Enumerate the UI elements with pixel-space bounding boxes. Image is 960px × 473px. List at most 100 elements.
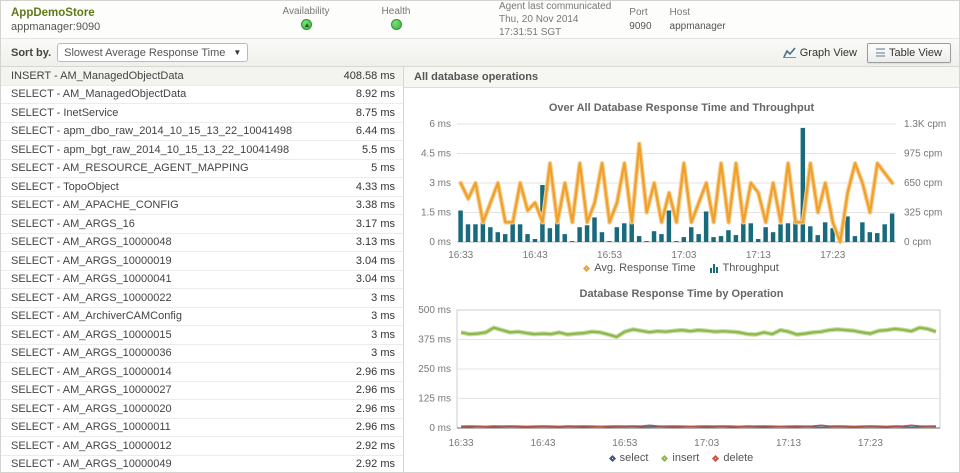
svg-text:0 ms: 0 ms bbox=[429, 423, 451, 434]
svg-text:500 ms: 500 ms bbox=[418, 305, 451, 316]
operation-response-time: 2.92 ms bbox=[356, 440, 395, 452]
svg-text:17:13: 17:13 bbox=[746, 250, 771, 261]
chart2-legend: select insert delete bbox=[404, 452, 959, 464]
list-item[interactable]: SELECT - AM_ARGS_100000413.04 ms bbox=[1, 271, 403, 290]
operation-response-time: 3 ms bbox=[371, 347, 395, 359]
svg-text:125 ms: 125 ms bbox=[418, 394, 451, 405]
svg-text:17:13: 17:13 bbox=[776, 438, 801, 449]
list-item[interactable]: SELECT - AM_ARGS_163.17 ms bbox=[1, 215, 403, 234]
list-item[interactable]: SELECT - TopoObject4.33 ms bbox=[1, 178, 403, 197]
list-item[interactable]: INSERT - AM_ManagedObjectData408.58 ms bbox=[1, 67, 403, 86]
operation-name: SELECT - AM_ARGS_10000012 bbox=[11, 440, 356, 452]
monitor-header: AppDemoStore appmanager:9090 Availabilit… bbox=[1, 1, 959, 39]
agent-label: Agent last communicated bbox=[499, 0, 611, 13]
monitor-identity: AppDemoStore appmanager:9090 bbox=[11, 7, 261, 33]
svg-text:650 cpm: 650 cpm bbox=[904, 178, 942, 189]
availability-status: Availability bbox=[261, 6, 351, 33]
svg-text:17:03: 17:03 bbox=[671, 250, 696, 261]
panel-title: All database operations bbox=[404, 67, 959, 88]
svg-text:1.3K cpm: 1.3K cpm bbox=[904, 119, 946, 130]
availability-status-icon[interactable] bbox=[301, 19, 312, 30]
list-item[interactable]: SELECT - AM_ARGS_100000202.96 ms bbox=[1, 400, 403, 419]
list-item[interactable]: SELECT - AM_ARGS_100000492.92 ms bbox=[1, 456, 403, 473]
operation-response-time: 3 ms bbox=[371, 310, 395, 322]
bar-series-icon bbox=[710, 263, 718, 273]
list-item[interactable]: SELECT - apm_dbo_raw_2014_10_15_13_22_10… bbox=[1, 123, 403, 142]
operation-name: SELECT - AM_ARGS_10000015 bbox=[11, 329, 371, 341]
chart-overall-response-throughput: 0 ms0 cpm1.5 ms325 cpm3 ms650 cpm4.5 ms9… bbox=[409, 116, 954, 264]
chart1-title: Over All Database Response Time and Thro… bbox=[404, 102, 959, 114]
list-item[interactable]: SELECT - AM_ARGS_100000153 ms bbox=[1, 326, 403, 345]
app-name[interactable]: AppDemoStore bbox=[11, 7, 261, 19]
svg-text:0 cpm: 0 cpm bbox=[904, 237, 931, 248]
svg-text:375 ms: 375 ms bbox=[418, 335, 451, 346]
list-item[interactable]: SELECT - AM_APACHE_CONFIG3.38 ms bbox=[1, 197, 403, 216]
details-panel: All database operations Over All Databas… bbox=[404, 67, 959, 473]
port-label: Port bbox=[629, 6, 651, 20]
list-item[interactable]: SELECT - AM_ARGS_100000223 ms bbox=[1, 289, 403, 308]
svg-text:16:53: 16:53 bbox=[612, 438, 637, 449]
chart1-legend: Avg. Response TimeThroughput bbox=[404, 262, 959, 274]
list-item[interactable]: SELECT - AM_ARGS_100000193.04 ms bbox=[1, 252, 403, 271]
graph-view-button[interactable]: Graph View bbox=[783, 47, 857, 59]
operation-name: SELECT - AM_ARGS_10000036 bbox=[11, 347, 371, 359]
list-item[interactable]: SELECT - InetService8.75 ms bbox=[1, 104, 403, 123]
operation-name: SELECT - apm_bgt_raw_2014_10_15_13_22_10… bbox=[11, 144, 362, 156]
svg-text:16:53: 16:53 bbox=[597, 250, 622, 261]
operation-response-time: 5.5 ms bbox=[362, 144, 395, 156]
monitor-instance: appmanager:9090 bbox=[11, 21, 261, 33]
svg-text:3 ms: 3 ms bbox=[429, 178, 451, 189]
operation-name: SELECT - apm_dbo_raw_2014_10_15_13_22_10… bbox=[11, 125, 356, 137]
diamond-series-icon bbox=[583, 264, 590, 271]
operation-name: SELECT - AM_ManagedObjectData bbox=[11, 88, 356, 100]
table-view-icon bbox=[876, 48, 885, 57]
operation-name: SELECT - AM_ARGS_16 bbox=[11, 218, 356, 230]
operation-name: SELECT - InetService bbox=[11, 107, 356, 119]
diamond-series-icon bbox=[609, 454, 616, 461]
legend-item-insert: insert bbox=[662, 452, 699, 464]
operation-response-time: 408.58 ms bbox=[344, 70, 395, 82]
availability-label: Availability bbox=[261, 6, 351, 17]
operation-response-time: 3 ms bbox=[371, 292, 395, 304]
operations-list: INSERT - AM_ManagedObjectData408.58 msSE… bbox=[1, 67, 404, 473]
operation-response-time: 8.92 ms bbox=[356, 88, 395, 100]
operation-name: INSERT - AM_ManagedObjectData bbox=[11, 70, 344, 82]
table-view-button[interactable]: Table View bbox=[867, 43, 951, 63]
list-item[interactable]: SELECT - AM_ARGS_100000122.92 ms bbox=[1, 437, 403, 456]
operation-name: SELECT - AM_ARGS_10000048 bbox=[11, 236, 356, 248]
host-label: Host bbox=[670, 6, 726, 20]
operation-name: SELECT - AM_ARGS_10000011 bbox=[11, 421, 356, 433]
svg-text:0 ms: 0 ms bbox=[429, 237, 451, 248]
list-item[interactable]: SELECT - AM_ARGS_100000272.96 ms bbox=[1, 382, 403, 401]
operation-response-time: 5 ms bbox=[371, 162, 395, 174]
list-item[interactable]: SELECT - AM_ARGS_100000112.96 ms bbox=[1, 419, 403, 438]
operation-response-time: 6.44 ms bbox=[356, 125, 395, 137]
host-value: appmanager bbox=[670, 20, 726, 34]
operation-name: SELECT - AM_APACHE_CONFIG bbox=[11, 199, 356, 211]
operation-response-time: 2.96 ms bbox=[356, 403, 395, 415]
operation-name: SELECT - AM_ARGS_10000027 bbox=[11, 384, 356, 396]
list-item[interactable]: SELECT - AM_ARGS_100000142.96 ms bbox=[1, 363, 403, 382]
chart2-title: Database Response Time by Operation bbox=[404, 288, 959, 300]
legend-item-delete: delete bbox=[713, 452, 753, 464]
legend-item-avg-response-time: Avg. Response Time bbox=[584, 262, 695, 274]
sort-dropdown[interactable]: Slowest Average Response Time ▼ bbox=[57, 43, 248, 62]
svg-text:1.5 ms: 1.5 ms bbox=[421, 208, 451, 219]
list-item[interactable]: SELECT - AM_ArchiverCAMConfig3 ms bbox=[1, 308, 403, 327]
legend-label: select bbox=[620, 452, 649, 464]
list-item[interactable]: SELECT - AM_ARGS_100000363 ms bbox=[1, 345, 403, 364]
legend-item-select: select bbox=[610, 452, 649, 464]
toolbar: Sort by. Slowest Average Response Time ▼… bbox=[1, 39, 959, 67]
host-info: Host appmanager bbox=[670, 6, 726, 34]
port-value: 9090 bbox=[629, 20, 651, 34]
list-item[interactable]: SELECT - AM_ARGS_100000483.13 ms bbox=[1, 234, 403, 253]
svg-text:16:43: 16:43 bbox=[530, 438, 555, 449]
operation-name: SELECT - AM_ARGS_10000019 bbox=[11, 255, 356, 267]
operation-response-time: 3.38 ms bbox=[356, 199, 395, 211]
health-status-icon[interactable] bbox=[391, 19, 402, 30]
list-item[interactable]: SELECT - apm_bgt_raw_2014_10_15_13_22_10… bbox=[1, 141, 403, 160]
list-item[interactable]: SELECT - AM_ManagedObjectData8.92 ms bbox=[1, 86, 403, 105]
list-item[interactable]: SELECT - AM_RESOURCE_AGENT_MAPPING5 ms bbox=[1, 160, 403, 179]
operation-name: SELECT - TopoObject bbox=[11, 181, 356, 193]
agent-date: Thu, 20 Nov 2014 bbox=[499, 13, 611, 26]
